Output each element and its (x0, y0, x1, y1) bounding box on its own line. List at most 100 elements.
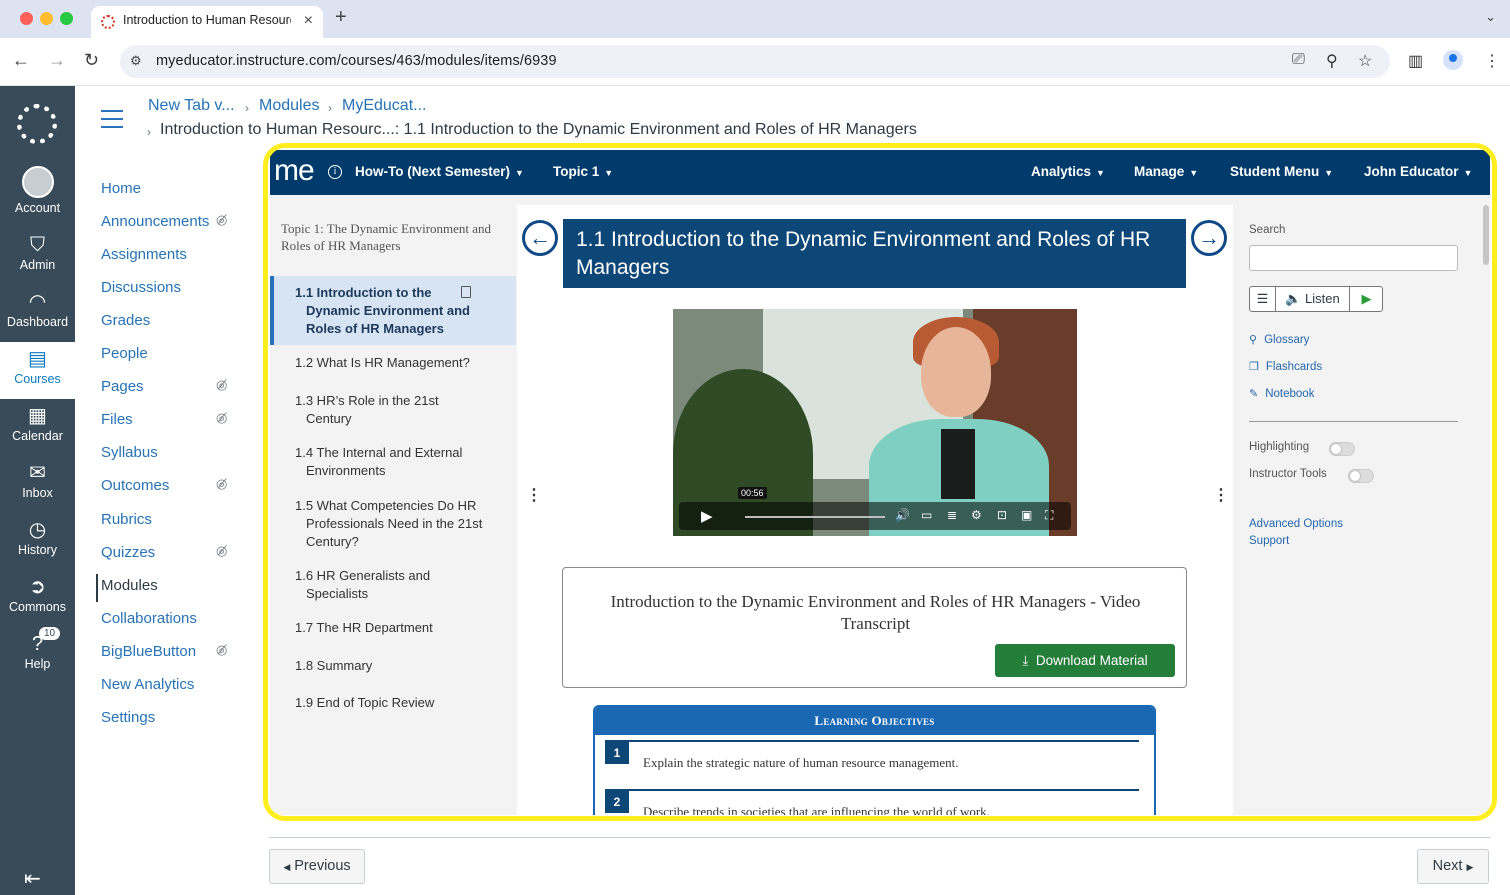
canvas-logo-icon[interactable] (17, 104, 57, 144)
site-settings-icon[interactable]: ⚙ (130, 53, 142, 69)
course-nav-settings[interactable]: Settings (101, 709, 155, 726)
previous-section-arrow-icon[interactable]: ← (522, 220, 558, 256)
global-nav-courses[interactable]: ▤ Courses (0, 342, 75, 399)
search-input[interactable] (1249, 245, 1458, 271)
next-button[interactable]: Next ▶ (1417, 849, 1489, 884)
global-nav-account[interactable]: Account (0, 166, 75, 223)
menu-topic-select[interactable]: Topic 1 ▼ (553, 164, 613, 179)
download-material-button[interactable]: ⤓ Download Material (995, 644, 1175, 677)
breadcrumb-modules[interactable]: Modules (259, 97, 319, 115)
global-nav-inbox[interactable]: ✉ Inbox (0, 456, 75, 513)
back-arrow-icon[interactable]: ← (12, 50, 30, 71)
toc-item-1-6[interactable]: 1.6 HR Generalists and Specialists (295, 567, 465, 603)
minimize-window-button[interactable] (40, 12, 53, 25)
breadcrumb-myeducator[interactable]: MyEducat... (342, 97, 426, 115)
next-section-arrow-icon[interactable]: → (1191, 220, 1227, 256)
support-link[interactable]: Support (1249, 535, 1289, 547)
tab-search-chevron-icon[interactable]: ⌄ (1485, 9, 1496, 25)
video-progress-bar[interactable] (745, 516, 885, 518)
course-nav-discussions[interactable]: Discussions (101, 279, 181, 296)
toc-item-1-1[interactable]: 1.1 Introduction to the Dynamic Environm… (295, 284, 475, 338)
global-nav-calendar[interactable]: ▦ Calendar (0, 399, 75, 456)
course-nav-syllabus[interactable]: Syllabus (101, 444, 158, 461)
toc-item-1-7[interactable]: 1.7 The HR Department (295, 619, 495, 637)
video-player[interactable]: ▶ 00:56 🔊 ▭ ≣ ⚙ ⊡ ▣ ⛶ (673, 309, 1077, 536)
course-nav-announcements[interactable]: Announcements (101, 213, 209, 230)
toc-item-1-8[interactable]: 1.8 Summary (295, 657, 495, 675)
bookmark-star-icon[interactable]: ☆ (1358, 51, 1372, 71)
listen-button[interactable]: 🔈 Listen (1276, 287, 1350, 311)
volume-icon[interactable]: 🔊 (895, 508, 910, 522)
flashcards-link[interactable]: ❐ Flashcards (1249, 360, 1322, 373)
fullscreen-icon[interactable]: ⛶ (1045, 508, 1053, 523)
course-nav-collaborations[interactable]: Collaborations (101, 610, 197, 627)
advanced-options-link[interactable]: Advanced Options (1249, 518, 1343, 530)
global-nav-history[interactable]: ◷ History (0, 513, 75, 570)
global-nav-help[interactable]: ? 10 Help (0, 627, 75, 684)
breadcrumb-new-tab[interactable]: New Tab v... (148, 97, 235, 115)
course-menu-toggle-icon[interactable] (101, 110, 123, 134)
course-nav-assignments[interactable]: Assignments (101, 246, 187, 263)
toc-item-1-4[interactable]: 1.4 The Internal and External Environmen… (295, 444, 495, 480)
previous-button[interactable]: ◀ Previous (269, 849, 365, 884)
zoom-icon[interactable]: ⚲ (1326, 51, 1338, 71)
play-icon[interactable]: ▶ (701, 507, 713, 525)
address-bar[interactable]: ⚙ myeducator.instructure.com/courses/463… (120, 45, 1390, 78)
toc-item-1-3[interactable]: 1.3 HR’s Role in the 21st Century (295, 392, 475, 428)
collapse-nav-icon[interactable]: ⇤ (24, 866, 41, 891)
caret-right-icon: ▶ (1466, 862, 1474, 872)
side-panel-icon[interactable]: ▥ (1408, 51, 1423, 71)
transcript-title: Introduction to the Dynamic Environment … (610, 592, 1141, 633)
global-nav-dashboard[interactable]: ◠ Dashboard (0, 285, 75, 342)
course-nav-grades[interactable]: Grades (101, 312, 150, 329)
install-app-icon[interactable]: ⎚ (1292, 51, 1305, 69)
menu-user[interactable]: John Educator ▼ (1364, 164, 1472, 179)
instructor-tools-toggle[interactable] (1348, 469, 1374, 483)
toc-item-1-2[interactable]: 1.2 What Is HR Management? (295, 354, 495, 372)
global-nav-commons[interactable]: ➲ Commons (0, 570, 75, 627)
course-nav-quizzes[interactable]: Quizzes (101, 544, 155, 561)
menu-course-select[interactable]: How-To (Next Semester) ▼ (355, 164, 524, 179)
picture-in-picture-icon[interactable]: ▣ (1021, 508, 1032, 522)
play-icon[interactable]: ▶ (1350, 287, 1383, 311)
scrollbar[interactable] (1483, 205, 1489, 265)
transcript-icon[interactable]: ≣ (947, 508, 957, 522)
video-transcript-card: Introduction to the Dynamic Environment … (562, 567, 1187, 688)
course-nav-rubrics[interactable]: Rubrics (101, 511, 152, 528)
course-nav-files[interactable]: Files (101, 411, 133, 428)
browser-menu-icon[interactable]: ⋮ (1484, 51, 1500, 71)
course-nav-new-analytics[interactable]: New Analytics (101, 676, 194, 693)
settings-gear-icon[interactable]: ⚙ (971, 508, 982, 522)
notebook-link[interactable]: ✎ Notebook (1249, 387, 1314, 400)
toc-item-1-5[interactable]: 1.5 What Competencies Do HR Professional… (295, 497, 490, 551)
course-nav-outcomes[interactable]: Outcomes (101, 477, 169, 494)
course-nav-bigbluebutton[interactable]: BigBlueButton (101, 643, 196, 660)
me-logo[interactable]: me (274, 154, 315, 188)
close-window-button[interactable] (20, 12, 33, 25)
course-nav-modules[interactable]: Modules (101, 577, 158, 594)
cast-icon[interactable]: ⊡ (997, 508, 1007, 522)
menu-manage[interactable]: Manage ▼ (1134, 164, 1198, 179)
captions-icon[interactable]: ▭ (921, 508, 932, 522)
reload-icon[interactable]: ↻ (84, 50, 99, 71)
browser-tab[interactable]: Introduction to Human Resources × (91, 6, 323, 38)
menu-analytics[interactable]: Analytics ▼ (1031, 164, 1105, 179)
highlighting-toggle[interactable] (1329, 442, 1355, 456)
menu-student[interactable]: Student Menu ▼ (1230, 164, 1333, 179)
left-more-options-icon[interactable]: ⋮ (526, 485, 542, 505)
right-more-options-icon[interactable]: ⋮ (1213, 485, 1229, 505)
glossary-link[interactable]: ⚲ Glossary (1249, 333, 1309, 346)
read-aloud-menu-icon[interactable]: ☰ (1250, 287, 1276, 311)
maximize-window-button[interactable] (60, 12, 73, 25)
close-tab-icon[interactable]: × (304, 12, 313, 30)
canvas-favicon-icon (101, 15, 115, 29)
info-icon[interactable]: i (328, 165, 342, 179)
forward-arrow-icon[interactable]: → (48, 50, 66, 71)
course-nav-people[interactable]: People (101, 345, 148, 362)
new-tab-icon[interactable]: + (335, 6, 347, 29)
course-nav-home[interactable]: Home (101, 180, 141, 197)
toc-item-1-9[interactable]: 1.9 End of Topic Review (295, 694, 495, 712)
profile-avatar-icon[interactable] (1443, 50, 1463, 70)
global-nav-admin[interactable]: ⛉ Admin (0, 228, 75, 285)
course-nav-pages[interactable]: Pages (101, 378, 144, 395)
